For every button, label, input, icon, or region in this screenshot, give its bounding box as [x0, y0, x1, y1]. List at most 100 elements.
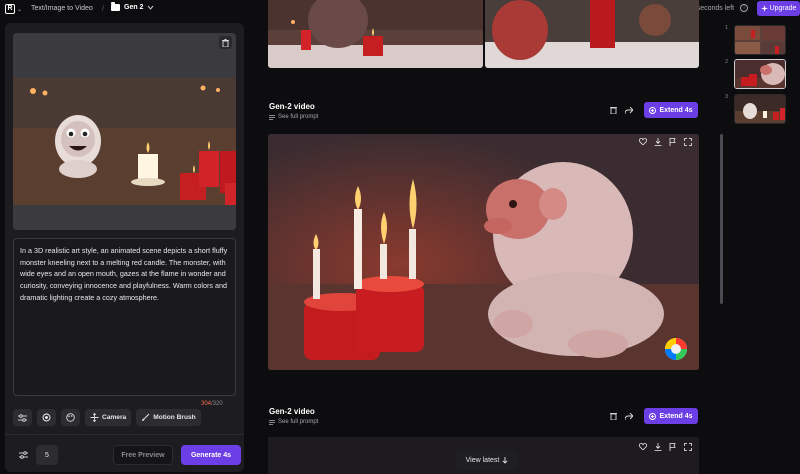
style-button[interactable]	[61, 409, 80, 426]
breadcrumb-folder[interactable]: Gen 2	[111, 2, 154, 11]
sparkle-icon	[760, 5, 768, 12]
settings-button[interactable]	[13, 409, 32, 426]
folder-icon	[111, 2, 120, 11]
video-player[interactable]	[268, 134, 699, 370]
breadcrumb-separator: /	[102, 4, 105, 13]
flag-icon	[669, 137, 676, 146]
thumbnail-image	[735, 95, 785, 123]
extend-label: Extend 4s	[659, 412, 693, 420]
download-icon	[654, 137, 661, 146]
feed-item-title: Gen-2 video	[269, 102, 315, 111]
previous-video-thumbnail[interactable]	[268, 0, 483, 68]
flag-icon	[669, 442, 676, 451]
panel-divider	[5, 434, 244, 435]
view-latest-label: View latest	[465, 457, 500, 464]
char-count-limit: /320	[211, 401, 223, 407]
video-actions	[638, 137, 692, 146]
general-motion-value[interactable]: 5	[36, 445, 58, 465]
input-panel: In a 3D realistic art style, an animated…	[5, 23, 244, 472]
chevron-down-icon: ⌄	[17, 6, 23, 13]
report-button[interactable]	[668, 442, 677, 451]
video-actions	[638, 442, 692, 451]
see-full-prompt-label: See full prompt	[278, 114, 319, 120]
share-arrow-icon	[625, 412, 633, 420]
camera-move-icon	[90, 413, 99, 422]
heart-icon	[638, 443, 647, 450]
view-latest-button[interactable]: View latest	[456, 451, 518, 470]
extend-video-button[interactable]: Extend 4s	[644, 102, 698, 118]
target-icon	[42, 413, 51, 422]
extend-label: Extend 4s	[659, 106, 693, 114]
input-image	[13, 33, 236, 230]
upgrade-button[interactable]: Upgrade	[757, 1, 800, 16]
settings-toggle-button[interactable]	[13, 445, 33, 465]
share-video-button[interactable]	[623, 410, 635, 422]
generated-video-frame	[268, 134, 699, 370]
history-thumbnail[interactable]	[734, 25, 786, 55]
camera-button[interactable]: Camera	[85, 409, 132, 426]
char-count-used: 304	[201, 401, 212, 407]
app-logo-menu[interactable]: R ⌄	[5, 3, 25, 15]
chevron-down-icon	[148, 5, 154, 10]
thumbnail-image	[735, 60, 785, 88]
breadcrumb-folder-label: Gen 2	[124, 4, 144, 11]
thumbnail-index: 1	[725, 25, 729, 31]
sliders-icon	[18, 413, 27, 422]
generate-row: 5 Free Preview Generate 4s	[13, 445, 241, 465]
report-button[interactable]	[668, 137, 677, 146]
favorite-button[interactable]	[638, 442, 647, 451]
camera-label: Camera	[102, 414, 127, 421]
delete-video-button[interactable]	[607, 410, 619, 422]
previous-video-frame-2	[485, 0, 699, 68]
share-arrow-icon	[625, 106, 633, 114]
thumbnail-index: 3	[725, 94, 729, 100]
trash-icon	[609, 107, 617, 114]
share-video-button[interactable]	[623, 104, 635, 116]
fullscreen-button[interactable]	[683, 137, 692, 146]
see-full-prompt-label: See full prompt	[278, 419, 319, 425]
info-icon[interactable]: i	[740, 4, 748, 12]
history-thumbnail-active[interactable]	[734, 59, 786, 89]
previous-video-thumbnail-2[interactable]	[485, 0, 699, 68]
clock-plus-icon	[649, 412, 657, 420]
favorite-button[interactable]	[638, 137, 647, 146]
previous-video-frame	[268, 0, 483, 68]
brush-icon	[142, 413, 150, 421]
prompt-text[interactable]: In a 3D realistic art style, an animated…	[20, 245, 234, 304]
tool-row: Camera Motion Brush	[13, 409, 201, 426]
free-preview-button[interactable]: Free Preview	[113, 445, 173, 465]
thumbnail-image	[735, 26, 785, 54]
arrow-down-icon	[502, 457, 508, 464]
lines-icon	[269, 114, 275, 120]
download-button[interactable]	[653, 442, 662, 451]
download-button[interactable]	[653, 137, 662, 146]
generate-button[interactable]: Generate 4s	[181, 445, 241, 465]
breadcrumb-tool[interactable]: Text/Image to Video	[31, 5, 93, 12]
feed-item-title: Gen-2 video	[269, 407, 315, 416]
upgrade-label: Upgrade	[769, 5, 797, 12]
palette-icon	[66, 413, 75, 422]
lines-icon	[269, 419, 275, 425]
input-image-card[interactable]	[13, 33, 236, 230]
feed-scrollbar[interactable]	[720, 134, 723, 304]
delete-image-button[interactable]	[219, 36, 232, 49]
heart-icon	[638, 138, 647, 145]
motion-brush-button[interactable]: Motion Brush	[136, 409, 201, 426]
thumbnail-index: 2	[725, 59, 729, 65]
clock-plus-icon	[649, 106, 657, 114]
motion-brush-label: Motion Brush	[153, 414, 196, 421]
expand-icon	[683, 137, 692, 146]
prompt-textarea[interactable]: In a 3D realistic art style, an animated…	[13, 238, 236, 396]
see-full-prompt-link[interactable]: See full prompt	[269, 114, 318, 120]
history-thumbnail[interactable]	[734, 94, 786, 124]
prompt-char-count: 304/320	[201, 401, 223, 407]
see-full-prompt-link[interactable]: See full prompt	[269, 419, 318, 425]
sliders-icon	[18, 451, 28, 459]
motion-button[interactable]	[37, 409, 56, 426]
runway-logo-icon: R	[5, 4, 15, 14]
extend-video-button[interactable]: Extend 4s	[644, 408, 698, 424]
trash-icon	[609, 413, 617, 420]
expand-icon	[683, 442, 692, 451]
delete-video-button[interactable]	[607, 104, 619, 116]
fullscreen-button[interactable]	[683, 442, 692, 451]
